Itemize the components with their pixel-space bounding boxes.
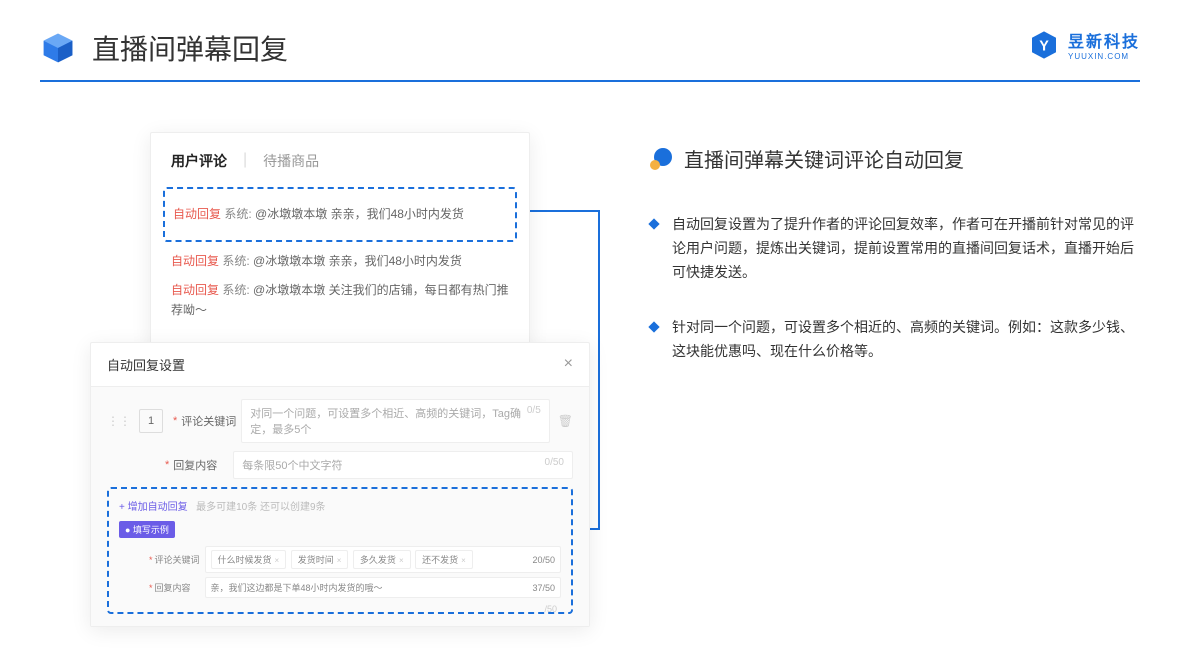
brand-icon: Y	[1028, 29, 1060, 61]
tab-products[interactable]: 待播商品	[263, 151, 319, 171]
message-row: 自动回复 系统: @冰墩墩本墩 亲亲，我们48小时内发货	[171, 252, 509, 271]
example-box: + 增加自动回复 最多可建10条 还可以创建9条 ● 填写示例 * 评论关键词 …	[107, 487, 573, 614]
settings-card: 自动回复设置 × ⋮⋮ 1 * 评论关键词 对同一个问题，可设置多个相近、高频的…	[90, 342, 590, 627]
diamond-icon	[648, 322, 659, 333]
page-title: 直播间弹幕回复	[92, 28, 288, 68]
message-row: 自动回复 系统: @冰墩墩本墩 亲亲，我们48小时内发货	[173, 205, 507, 224]
bullet-item: 针对同一个问题，可设置多个相近的、高频的关键词。例如：这款多少钱、这块能优惠吗、…	[650, 316, 1140, 364]
close-icon[interactable]: ×	[564, 355, 573, 374]
connector-line	[598, 210, 600, 530]
item-number: 1	[139, 409, 163, 433]
drag-icon[interactable]: ⋮⋮	[107, 414, 131, 428]
brand: Y 昱新科技 YUUXIN.COM	[1028, 28, 1140, 61]
field-label: 评论关键词	[155, 553, 205, 566]
char-count: /50	[544, 604, 557, 614]
example-badge: ● 填写示例	[119, 521, 175, 538]
message-row: 自动回复 系统: @冰墩墩本墩 关注我们的店铺，每日都有热门推荐呦～	[171, 281, 509, 319]
tab-comments[interactable]: 用户评论	[171, 151, 227, 171]
reply-input[interactable]: 每条限50个中文字符 0/50	[233, 451, 573, 479]
comment-card: 用户评论 | 待播商品 自动回复 系统: @冰墩墩本墩 亲亲，我们48小时内发货…	[150, 132, 530, 349]
settings-title: 自动回复设置	[107, 355, 185, 374]
brand-sub: YUUXIN.COM	[1068, 52, 1140, 61]
field-label: 评论关键词	[181, 413, 241, 429]
field-label: 回复内容	[173, 457, 233, 473]
bullet-item: 自动回复设置为了提升作者的评论回复效率，作者可在开播前针对常见的评论用户问题，提…	[650, 213, 1140, 284]
svg-text:Y: Y	[1039, 38, 1049, 54]
add-reply-tip: 最多可建10条 还可以创建9条	[196, 502, 325, 513]
highlighted-message: 自动回复 系统: @冰墩墩本墩 亲亲，我们48小时内发货	[163, 187, 517, 242]
example-keywords: 什么时候发货× 发货时间× 多久发货× 还不发货× 20/50	[205, 546, 561, 573]
tab-separator: |	[243, 151, 247, 171]
section-heading: 直播间弹幕关键词评论自动回复	[650, 144, 1140, 173]
diamond-icon	[648, 218, 659, 229]
keyword-input[interactable]: 对同一个问题，可设置多个相近、高频的关键词，Tag确定，最多5个 0/5	[241, 399, 549, 443]
cube-icon	[40, 30, 76, 66]
delete-icon[interactable]: 🗑	[558, 414, 573, 428]
brand-name: 昱新科技	[1068, 28, 1140, 52]
add-reply-link[interactable]: + 增加自动回复	[119, 502, 188, 513]
connector-line	[528, 210, 600, 212]
example-reply: 亲，我们这边都是下单48小时内发货的哦～ 37/50	[205, 577, 561, 598]
bubble-icon	[650, 148, 672, 170]
field-label: 回复内容	[155, 581, 205, 594]
